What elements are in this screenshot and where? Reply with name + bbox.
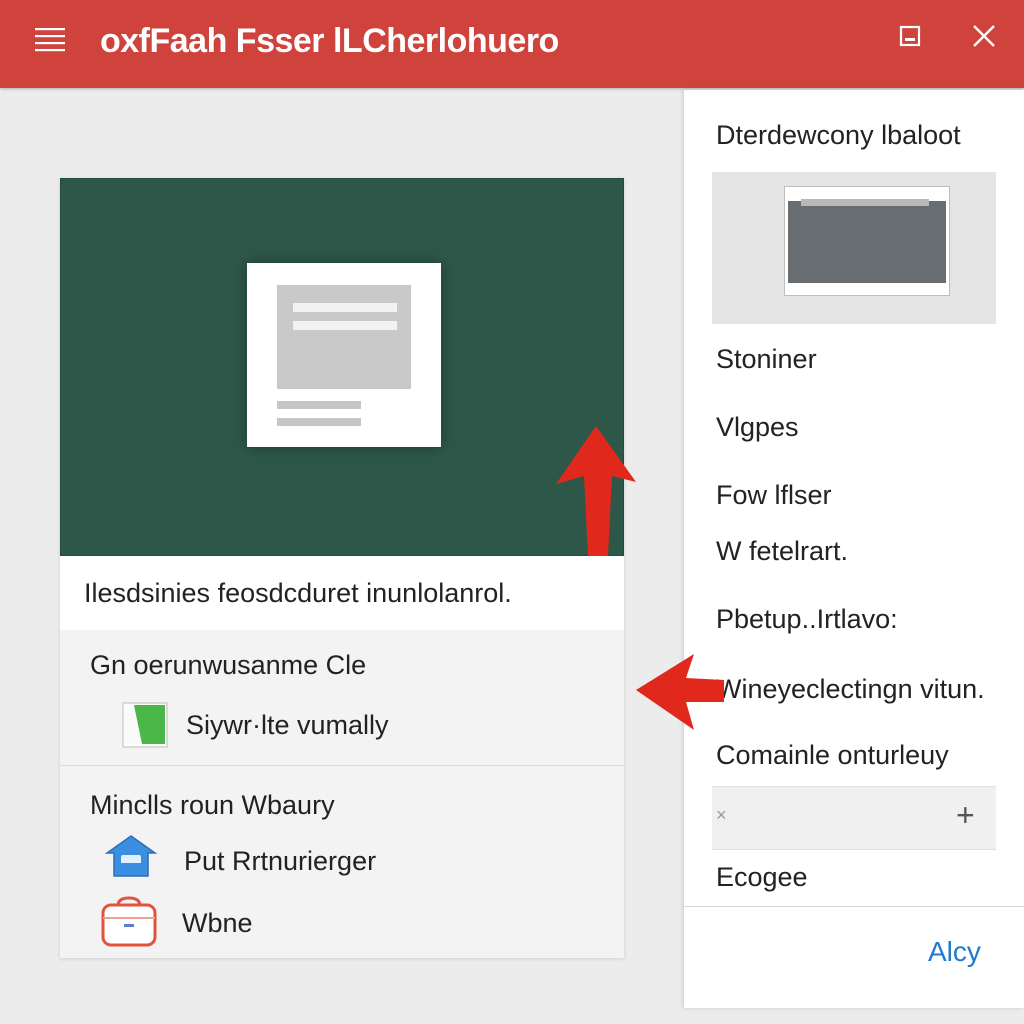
thumbnail-line [293, 303, 397, 312]
preview-caption: Ilesdsinies feosdcduret inunlolanrol. [84, 578, 512, 608]
panel-item[interactable]: Comainle onturleuy [716, 740, 949, 771]
layout-thumbnail[interactable] [712, 172, 996, 324]
section-title-1: Gn oerunwusanme Cle [90, 650, 367, 680]
annotation-arrow-up-icon [556, 426, 636, 556]
panel-item[interactable]: Vlgpes [716, 412, 799, 443]
title-bar: oxfFaah Fsser lLCherlohuero [0, 0, 1024, 88]
panel-item[interactable]: W fetelrart. [716, 536, 848, 567]
list-item-label: Wbne [182, 908, 253, 938]
thumbnail-line [293, 321, 397, 330]
monitor-screen [788, 201, 946, 283]
apply-button[interactable]: Alcy [928, 936, 981, 968]
thumbnail-text-line [277, 418, 361, 426]
maximize-icon [899, 25, 921, 47]
settings-panel: Dterdewcony lbaloot Stoniner Vlgpes Fow … [684, 90, 1024, 1008]
blue-house-icon [104, 835, 158, 877]
document-thumbnail [247, 263, 441, 447]
list-item-label: Put Rrtnurierger [184, 846, 377, 876]
section-title-2: Minclls roun Wbaury [90, 790, 335, 820]
annotation-arrow-left-icon [636, 654, 724, 730]
green-square-icon [122, 702, 168, 748]
content-card: Ilesdsinies feosdcduret inunlolanrol. Gn… [60, 178, 624, 958]
panel-item[interactable]: Stoniner [716, 344, 817, 375]
footer-divider [684, 906, 1024, 907]
hamburger-menu-button[interactable] [34, 24, 66, 56]
panel-item[interactable]: Fow lflser [716, 480, 832, 511]
caption-strip: Ilesdsinies feosdcduret inunlolanrol. [60, 556, 624, 630]
add-icon[interactable]: + [956, 799, 975, 831]
panel-item[interactable]: Ecogee [716, 862, 808, 893]
section-divider [60, 765, 624, 766]
panel-title: Dterdewcony lbaloot [716, 120, 961, 150]
panel-item[interactable]: Wineyeclectingn vitun. [716, 674, 985, 705]
maximize-button[interactable] [892, 18, 928, 54]
thumbnail-image-placeholder [277, 285, 411, 389]
close-icon [973, 25, 995, 47]
window-title: oxfFaah Fsser lLCherlohuero [100, 22, 559, 60]
panel-item[interactable]: Pbetup..Irtlavo: [716, 604, 898, 635]
monitor-titlebar [801, 199, 929, 206]
close-button[interactable] [966, 18, 1002, 54]
thumbnail-text-line [277, 401, 361, 409]
monitor-icon [784, 186, 950, 296]
red-bag-icon [101, 896, 157, 947]
panel-input-field[interactable]: × + [712, 786, 996, 850]
hamburger-icon [35, 28, 65, 52]
list-item-label: Siywr·lte vumally [186, 710, 389, 740]
document-preview[interactable] [60, 178, 624, 556]
clear-icon[interactable]: × [716, 805, 727, 826]
